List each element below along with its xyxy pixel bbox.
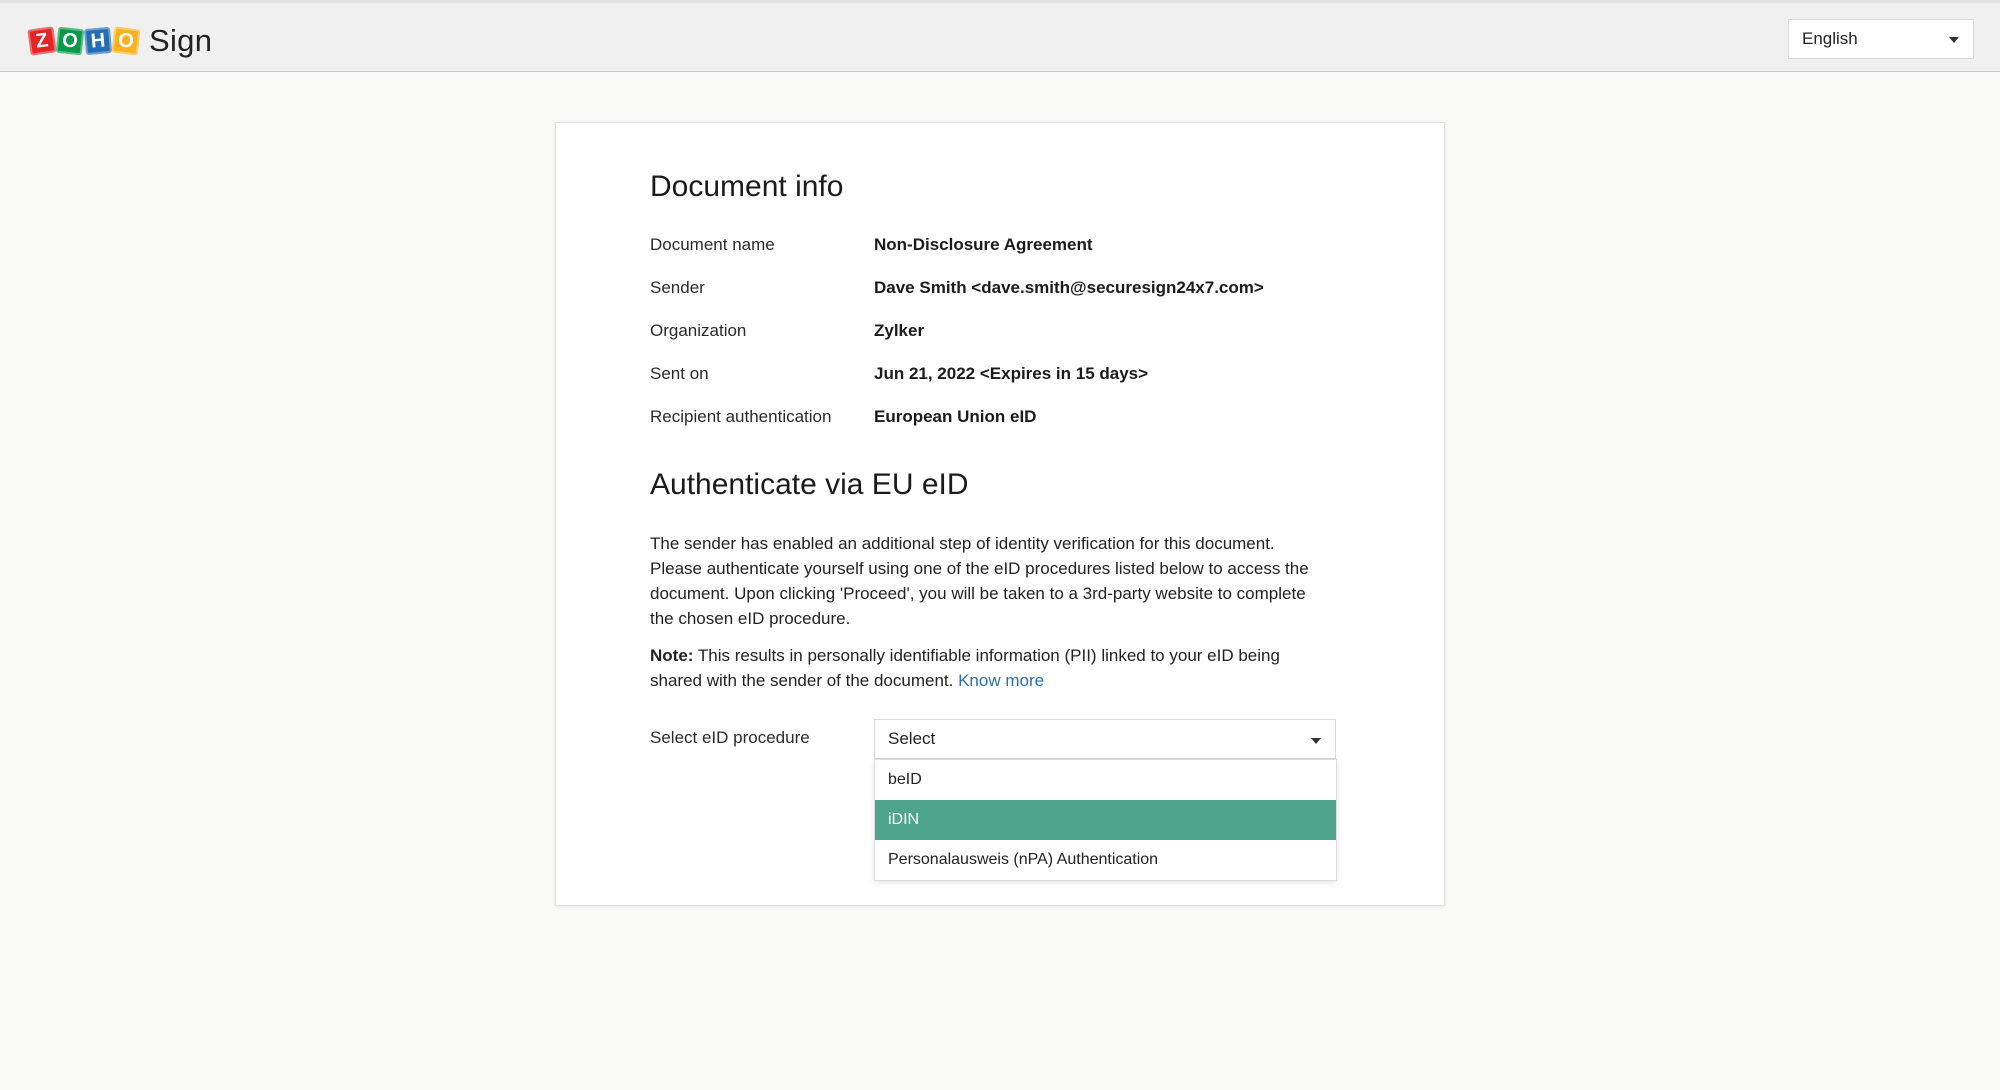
info-label: Sender [650,278,705,297]
authenticate-title: Authenticate via EU eID [650,468,969,501]
info-label: Organization [650,321,747,340]
option-personalausweis[interactable]: Personalausweis (nPA) Authentication [875,840,1336,880]
option-idin[interactable]: iDIN [875,800,1336,840]
know-more-link[interactable]: Know more [958,671,1044,690]
info-value: Dave Smith <dave.smith@securesign24x7.co… [874,278,1264,297]
top-bar: Z O H O Sign English [0,0,2000,72]
info-value: Zylker [874,321,925,340]
pii-note: Note: This results in personally identif… [650,643,1330,693]
logo-letter-h: H [83,26,113,56]
chevron-down-icon [1949,37,1959,43]
info-label: Document name [650,235,775,254]
chevron-down-icon [1311,738,1321,744]
info-label: Sent on [650,364,709,383]
product-name: Sign [149,23,213,58]
option-beid[interactable]: beID [875,760,1336,800]
logo-letter-o: O [55,26,85,56]
eid-options-dropdown: beID iDIN Personalausweis (nPA) Authenti… [874,759,1337,881]
language-select[interactable]: English [1788,19,1974,59]
info-label: Recipient authentication [650,407,832,426]
info-value: European Union eID [874,407,1037,426]
eid-select-value: Select [888,729,936,748]
info-value: Jun 21, 2022 <Expires in 15 days> [874,364,1149,383]
info-value: Non-Disclosure Agreement [874,235,1093,254]
document-info-title: Document info [650,170,844,203]
logo-letter-o2: O [111,26,141,56]
select-eid-label: Select eID procedure [650,728,810,747]
language-value: English [1802,29,1858,48]
note-label: Note: [650,646,694,665]
authenticate-description: The sender has enabled an additional ste… [650,534,1309,628]
eid-procedure-select[interactable]: Select [874,719,1336,759]
main-card: Document info Document name Non-Disclosu… [555,122,1445,906]
zoho-sign-logo[interactable]: Z O H O Sign [27,21,213,61]
logo-letter-z: Z [27,26,57,56]
